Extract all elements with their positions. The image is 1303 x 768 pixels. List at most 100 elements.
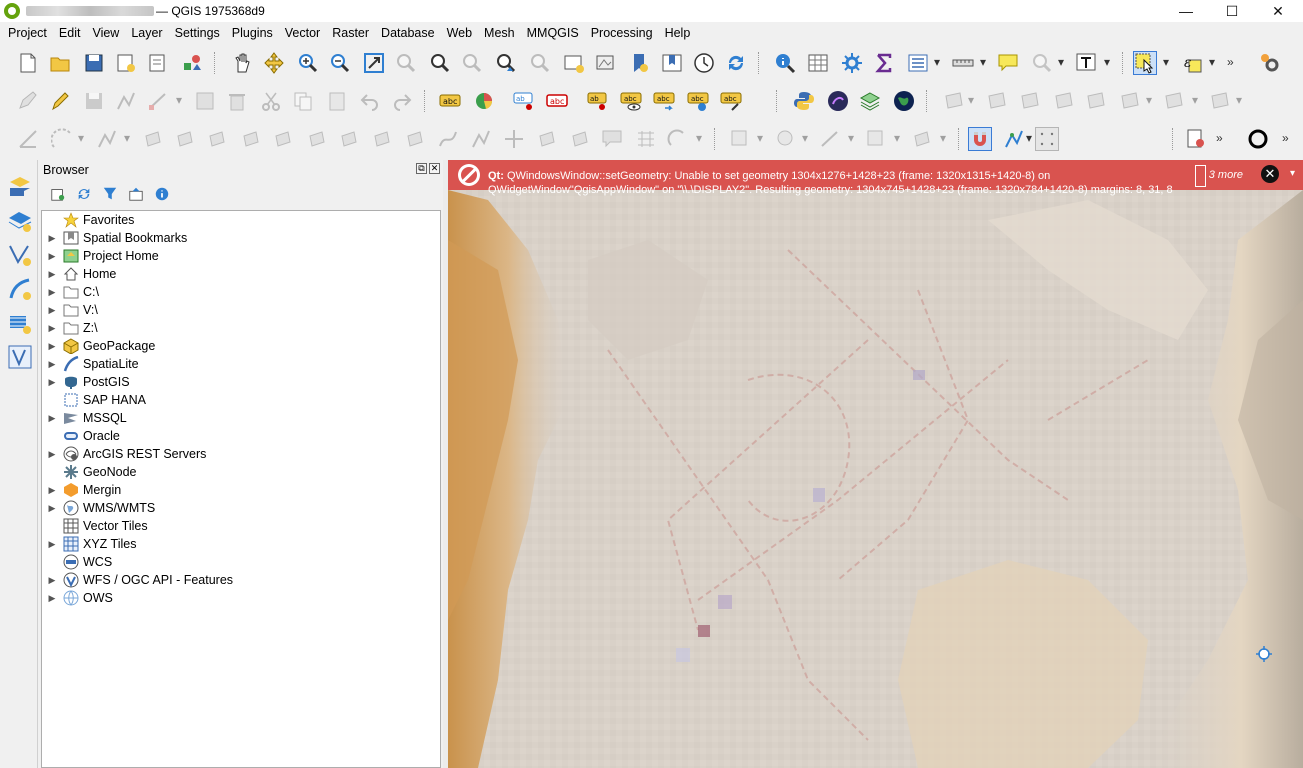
move-label-icon[interactable]: ab (586, 89, 610, 113)
more-messages-link[interactable]: 3 more (1209, 169, 1243, 181)
chevron-down-icon[interactable]: ▾ (124, 131, 130, 145)
attribute-form-icon[interactable] (906, 51, 930, 75)
filter-icon[interactable] (100, 185, 120, 203)
chevron-down-icon[interactable]: ▾ (1192, 93, 1198, 107)
chevron-down-icon[interactable]: ▾ (1236, 93, 1242, 107)
refresh-icon[interactable] (74, 185, 94, 203)
browser-item[interactable]: ▶ XYZ Tiles (42, 535, 440, 553)
browser-item[interactable]: ▶ Spatial Bookmarks (42, 229, 440, 247)
paste-features-icon[interactable] (325, 89, 349, 113)
delete-part-icon[interactable] (1084, 89, 1108, 113)
browser-item[interactable]: Vector Tiles (42, 517, 440, 535)
toolbar-overflow-icon[interactable]: » (1282, 131, 1289, 145)
expand-arrow-icon[interactable]: ▶ (42, 485, 62, 496)
dock-close-button[interactable]: ✕ (429, 163, 440, 174)
chevron-down-icon[interactable]: ▾ (78, 131, 84, 145)
rotate-feature-icon[interactable] (141, 127, 165, 151)
reverse-line-icon[interactable] (436, 127, 460, 151)
chevron-down-icon[interactable]: ▾ (802, 131, 808, 145)
menu-project[interactable]: Project (2, 26, 53, 40)
digitize-shape-icon[interactable] (95, 127, 119, 151)
snapping-vertex-icon[interactable] (1002, 127, 1026, 151)
text-annotation-icon[interactable] (1074, 51, 1098, 75)
expand-arrow-icon[interactable]: ▶ (42, 503, 62, 514)
browser-item[interactable]: WCS (42, 553, 440, 571)
browser-item[interactable]: Favorites (42, 211, 440, 229)
label-properties-icon[interactable]: abc (719, 89, 743, 113)
layer-labeling-icon[interactable]: abc (438, 89, 462, 113)
browser-item[interactable]: ▶ Home (42, 265, 440, 283)
pan-map-icon[interactable] (230, 51, 254, 75)
snapping-magnet-icon[interactable] (968, 127, 992, 151)
expand-arrow-icon[interactable]: ▶ (42, 449, 62, 460)
add-part-icon[interactable] (985, 89, 1009, 113)
toolbar-overflow-icon[interactable]: » (1227, 55, 1234, 69)
close-window-button[interactable]: ✕ (1255, 0, 1301, 22)
close-message-button[interactable]: ✕ (1261, 165, 1279, 183)
browser-item[interactable]: ▶ C:\ (42, 283, 440, 301)
map-tips-icon[interactable] (996, 51, 1020, 75)
select-by-expression-icon[interactable]: ε (1180, 51, 1204, 75)
browser-item[interactable]: ▶ Mergin (42, 481, 440, 499)
gdal-plugin-icon[interactable] (826, 89, 850, 113)
zoom-native-icon[interactable] (460, 51, 484, 75)
open-project-icon[interactable] (48, 51, 72, 75)
browser-item[interactable]: ▶ WFS / OGC API - Features (42, 571, 440, 589)
chevron-down-icon[interactable]: ▾ (1026, 131, 1032, 145)
transform-tool-icon[interactable] (666, 127, 690, 151)
new-bookmark-icon[interactable] (628, 51, 652, 75)
new-shapefile-icon[interactable] (7, 242, 33, 268)
new-virtual-layer-icon[interactable] (7, 344, 33, 370)
zoom-to-layer-icon[interactable] (428, 51, 452, 75)
menu-vector[interactable]: Vector (279, 26, 326, 40)
simplify-feature-icon[interactable] (205, 127, 229, 151)
show-hide-labels-icon[interactable]: abc (619, 89, 643, 113)
locator-icon[interactable] (1030, 51, 1054, 75)
offset-curve-icon[interactable] (1162, 89, 1186, 113)
add-text-annotation-icon[interactable] (864, 127, 888, 151)
browser-item[interactable]: ▶ ArcGIS REST Servers (42, 445, 440, 463)
properties-info-icon[interactable] (152, 185, 172, 203)
pan-to-selection-icon[interactable] (262, 51, 286, 75)
vertex-tool-icon[interactable] (146, 89, 170, 113)
menu-help[interactable]: Help (659, 26, 697, 40)
browser-item[interactable]: ▶ OWS (42, 589, 440, 607)
browser-item[interactable]: ▶ PostGIS (42, 373, 440, 391)
annotation-tool-icon[interactable] (600, 127, 624, 151)
toolbar-overflow-icon[interactable]: » (1216, 131, 1223, 145)
expand-arrow-icon[interactable]: ▶ (42, 377, 62, 388)
chevron-down-icon[interactable]: ▾ (1058, 55, 1064, 69)
chevron-down-icon[interactable]: ▾ (696, 131, 702, 145)
toolbox-icon[interactable] (840, 51, 864, 75)
expand-arrow-icon[interactable]: ▶ (42, 575, 62, 586)
chevron-down-icon[interactable]: ▾ (1209, 55, 1215, 69)
menu-view[interactable]: View (86, 26, 125, 40)
offset-point-symbols-icon[interactable] (370, 127, 394, 151)
cut-features-icon[interactable] (259, 89, 283, 113)
chevron-down-icon[interactable]: ▾ (980, 55, 986, 69)
highlight-pinned-labels-icon[interactable]: abc (545, 89, 569, 113)
undo-icon[interactable] (358, 89, 382, 113)
chevron-down-icon[interactable]: ▾ (1146, 93, 1152, 107)
split-tool-icon[interactable] (535, 127, 559, 151)
expand-arrow-icon[interactable]: ▶ (42, 287, 62, 298)
open-attribute-table-icon[interactable] (806, 51, 830, 75)
maximize-button[interactable]: ☐ (1209, 0, 1255, 22)
expand-arrow-icon[interactable]: ▶ (42, 593, 62, 604)
plugin-settings-icon[interactable] (1258, 51, 1282, 75)
expand-arrow-icon[interactable]: ▶ (42, 413, 62, 424)
chevron-down-icon[interactable]: ▾ (757, 131, 763, 145)
zoom-to-selection-icon[interactable] (394, 51, 418, 75)
chevron-down-icon[interactable]: ▾ (968, 93, 974, 107)
python-console-icon[interactable] (792, 89, 816, 113)
grid-tool-icon[interactable] (634, 127, 658, 151)
zoom-out-icon[interactable] (328, 51, 352, 75)
snapping-node-icon[interactable] (502, 127, 526, 151)
delete-selected-icon[interactable] (225, 89, 249, 113)
add-vector-layer-icon[interactable] (7, 208, 33, 234)
split-tool-2-icon[interactable] (568, 127, 592, 151)
advanced-digitizing-icon[interactable] (16, 127, 40, 151)
chevron-down-icon[interactable]: ▾ (1104, 55, 1110, 69)
delete-ring-icon[interactable] (1052, 89, 1076, 113)
zoom-in-icon[interactable] (296, 51, 320, 75)
